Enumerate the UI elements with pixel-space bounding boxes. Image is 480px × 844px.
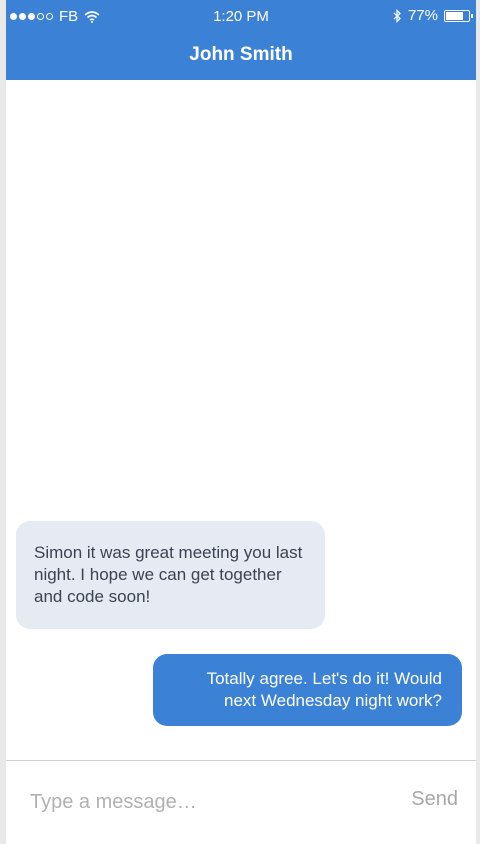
- header-bar: FB 1:20 PM 77% John Smith: [6, 0, 476, 80]
- status-right: 77%: [393, 7, 473, 24]
- conversation-title: John Smith: [189, 44, 293, 65]
- bluetooth-icon: [393, 8, 401, 23]
- phone-screen: FB 1:20 PM 77% John Smith Simon it was g…: [6, 0, 476, 844]
- message-input[interactable]: [28, 785, 372, 819]
- message-list[interactable]: Simon it was great meeting you last nigh…: [6, 80, 476, 760]
- status-bar: FB 1:20 PM 77%: [6, 0, 476, 32]
- send-button[interactable]: Send: [411, 788, 458, 811]
- message-bubble-incoming: Simon it was great meeting you last nigh…: [16, 521, 325, 629]
- message-composer: Send: [6, 760, 476, 844]
- battery-level-fill: [446, 11, 463, 20]
- message-bubble-outgoing: Totally agree. Let's do it! Would next W…: [153, 654, 462, 726]
- battery-icon: [444, 9, 473, 22]
- battery-percent: 77%: [407, 7, 438, 24]
